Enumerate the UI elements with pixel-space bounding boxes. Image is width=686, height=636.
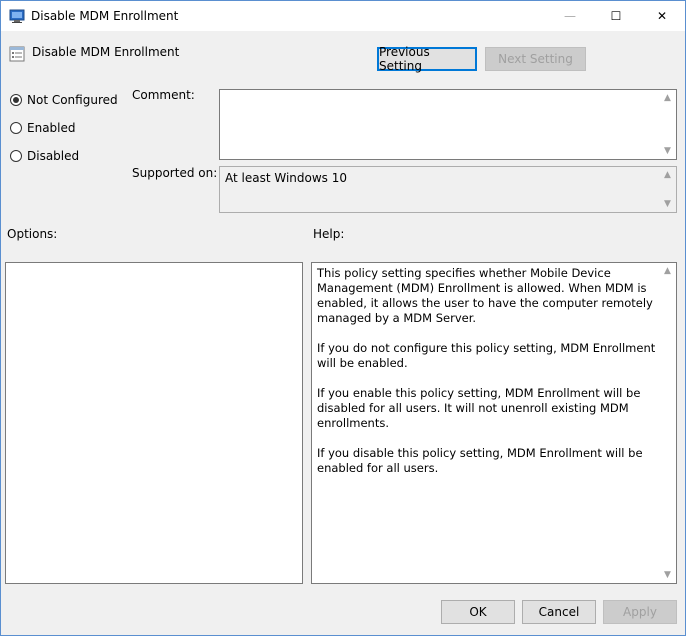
maximize-button[interactable]: ☐ (593, 1, 639, 31)
close-icon: ✕ (656, 9, 668, 23)
radio-enabled[interactable]: Enabled (10, 121, 76, 135)
comment-scrollbar[interactable]: ▲ ▼ (659, 90, 676, 159)
radio-indicator (10, 94, 22, 106)
cancel-button[interactable]: Cancel (522, 600, 596, 624)
radio-not-configured[interactable]: Not Configured (10, 93, 118, 107)
scroll-up-icon[interactable]: ▲ (659, 167, 676, 183)
policy-name: Disable MDM Enrollment (32, 45, 180, 59)
radio-indicator (10, 122, 22, 134)
scroll-down-icon[interactable]: ▼ (659, 196, 676, 212)
maximize-icon: ☐ (610, 9, 622, 23)
help-scrollbar[interactable]: ▲ ▼ (659, 263, 676, 583)
scroll-down-icon[interactable]: ▼ (659, 143, 676, 159)
supported-on-label: Supported on: (132, 166, 218, 180)
ok-button[interactable]: OK (441, 600, 515, 624)
policy-dialog: Disable MDM Enrollment — ☐ ✕ Disable MDM… (0, 0, 686, 636)
radio-disabled[interactable]: Disabled (10, 149, 79, 163)
policy-window-icon (9, 9, 25, 23)
supported-scrollbar[interactable]: ▲ ▼ (659, 167, 676, 212)
radio-label: Not Configured (27, 93, 118, 107)
scroll-up-icon[interactable]: ▲ (659, 263, 676, 279)
previous-setting-button[interactable]: Previous Setting (377, 45, 477, 73)
title-bar[interactable]: Disable MDM Enrollment — ☐ ✕ (1, 1, 685, 31)
comment-label: Comment: (132, 88, 195, 102)
scroll-down-icon[interactable]: ▼ (659, 567, 676, 583)
radio-label: Enabled (27, 121, 76, 135)
minimize-icon: — (564, 9, 576, 23)
supported-on-value: At least Windows 10 (225, 171, 348, 185)
minimize-button[interactable]: — (547, 1, 593, 31)
radio-label: Disabled (27, 149, 80, 163)
help-text: This policy setting specifies whether Mo… (317, 266, 667, 491)
policy-setting-icon (9, 46, 25, 62)
supported-on-field: At least Windows 10 ▲ ▼ (219, 166, 677, 213)
help-paragraph: If you enable this policy setting, MDM E… (317, 386, 641, 430)
help-paragraph: If you disable this policy setting, MDM … (317, 446, 643, 475)
next-setting-button[interactable]: Next Setting (485, 47, 586, 71)
help-paragraph: If you do not configure this policy sett… (317, 341, 656, 370)
options-panel (5, 262, 303, 584)
apply-button[interactable]: Apply (603, 600, 677, 624)
help-paragraph: This policy setting specifies whether Mo… (317, 266, 653, 325)
window-title: Disable MDM Enrollment (31, 9, 179, 23)
help-label: Help: (313, 227, 345, 241)
options-label: Options: (7, 227, 58, 241)
comment-textarea[interactable]: ▲ ▼ (219, 89, 677, 160)
close-button[interactable]: ✕ (639, 1, 685, 31)
help-panel: This policy setting specifies whether Mo… (311, 262, 677, 584)
radio-indicator (10, 150, 22, 162)
scroll-up-icon[interactable]: ▲ (659, 90, 676, 106)
